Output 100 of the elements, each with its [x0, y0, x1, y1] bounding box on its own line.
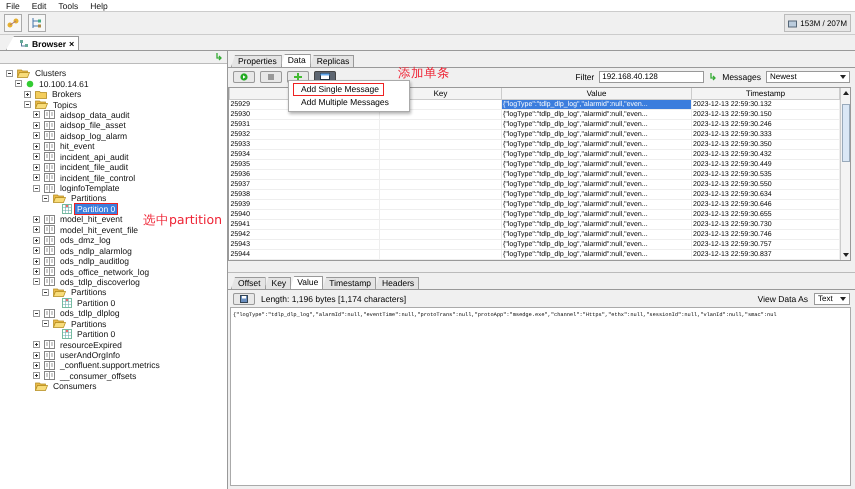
menu-item[interactable]: Edit	[32, 2, 46, 11]
tree-item[interactable]: Partition 0	[74, 328, 118, 340]
tree-item[interactable]: Clusters	[32, 67, 70, 80]
expand-icon[interactable]	[33, 372, 40, 380]
expand-icon[interactable]	[33, 352, 40, 359]
menu-item[interactable]: Help	[90, 2, 108, 11]
tree-item[interactable]: ods_office_network_log	[57, 266, 152, 278]
expand-icon[interactable]	[33, 247, 40, 254]
expand-icon[interactable]	[33, 268, 40, 276]
collapse-icon[interactable]	[33, 278, 40, 286]
tree-item[interactable]: Partitions	[68, 286, 110, 298]
column-header[interactable]: Value	[502, 88, 692, 100]
tab-label: Browser	[32, 38, 66, 48]
tree-item[interactable]: userAndOrgInfo	[57, 349, 124, 362]
collapse-icon[interactable]	[15, 80, 22, 88]
expand-icon[interactable]	[33, 164, 40, 171]
expand-icon[interactable]	[33, 258, 40, 265]
tree-item[interactable]: Partition 0	[74, 296, 118, 309]
collapse-icon[interactable]	[33, 184, 40, 192]
messages-dropdown[interactable]: Newest	[766, 70, 850, 82]
book-icon	[44, 236, 55, 245]
book-icon	[44, 246, 55, 256]
collapse-icon[interactable]	[6, 70, 13, 77]
tree-icon	[19, 39, 29, 48]
browser-tab[interactable]: Browser ×	[6, 36, 80, 50]
expand-icon[interactable]	[24, 90, 31, 98]
tab[interactable]: Data	[280, 54, 311, 67]
tree-item[interactable]: __consumer_offsets	[57, 370, 140, 382]
save-button[interactable]	[233, 292, 255, 304]
tree-item[interactable]: Topics	[50, 98, 80, 111]
tree-item[interactable]: ods_tdlp_discoverlog	[57, 276, 143, 288]
tab[interactable]: Value	[290, 276, 324, 289]
tab[interactable]: Key	[264, 277, 292, 289]
tree-item[interactable]: model_hit_event_file	[57, 224, 141, 236]
expand-icon[interactable]	[33, 174, 40, 182]
tree-item[interactable]: 10.100.14.61	[36, 78, 92, 90]
expand-icon[interactable]	[33, 132, 40, 140]
tree-item[interactable]: Partition 0	[74, 202, 118, 215]
filter-label: Filter	[575, 72, 594, 82]
tree-item[interactable]: incident_api_audit	[57, 150, 132, 163]
tree-item[interactable]: ods_tdlp_dlplog	[57, 307, 123, 320]
status-dot-icon	[26, 80, 34, 88]
tree-item[interactable]: ods_ndlp_auditlog	[57, 255, 132, 268]
tree-item[interactable]: resourceExpired	[57, 338, 125, 351]
nodes-icon	[7, 18, 19, 28]
stop-icon	[268, 74, 274, 80]
expand-icon[interactable]	[33, 142, 40, 150]
tab[interactable]: Headers	[375, 277, 420, 289]
tree-item[interactable]: Consumers	[50, 380, 100, 392]
expand-icon[interactable]	[33, 236, 40, 244]
collapse-icon[interactable]	[42, 288, 49, 296]
tree-item[interactable]: _confluent.support.metrics	[57, 359, 163, 372]
expand-icon[interactable]	[33, 153, 40, 160]
filter-field[interactable]: 192.168.40.128	[599, 70, 704, 82]
scroll-up-icon	[842, 90, 850, 96]
caret-icon	[840, 296, 846, 300]
tab[interactable]: Replicas	[310, 55, 354, 67]
expand-icon[interactable]	[33, 216, 40, 223]
tree-item[interactable]: incident_file_control	[57, 172, 138, 184]
expand-icon[interactable]	[33, 111, 40, 118]
scrollbar[interactable]	[840, 88, 850, 260]
tree-item[interactable]: Partitions	[68, 192, 110, 204]
menu-item[interactable]: Tools	[58, 2, 78, 11]
tree-item[interactable]: aidsop_log_alarm	[57, 130, 130, 142]
column-header[interactable]: Timestamp	[692, 88, 840, 100]
view-as-label: View Data As	[758, 294, 808, 304]
tab[interactable]: Offset	[231, 277, 266, 289]
collapse-icon[interactable]	[42, 320, 49, 328]
tree-item[interactable]: incident_file_audit	[57, 161, 132, 174]
close-button[interactable]: ×	[69, 38, 74, 48]
tree-item[interactable]: Partitions	[68, 318, 110, 330]
book-icon	[44, 152, 55, 162]
collapse-icon[interactable]	[33, 310, 40, 317]
dropdown-value: Text	[818, 294, 833, 303]
book-icon	[44, 184, 55, 193]
tab[interactable]: Properties	[231, 55, 282, 67]
tree-item[interactable]: aidsop_file_asset	[57, 119, 129, 132]
expand-icon[interactable]	[33, 362, 40, 369]
book-icon	[44, 360, 55, 370]
book-icon	[44, 308, 55, 318]
expand-icon[interactable]	[33, 226, 40, 234]
book-icon	[44, 120, 55, 130]
tree-item[interactable]: Brokers	[49, 88, 84, 100]
book-icon	[44, 142, 55, 151]
start-button[interactable]	[233, 70, 255, 82]
tab[interactable]: Timestamp	[322, 277, 376, 289]
tree-button[interactable]	[28, 14, 46, 32]
expand-icon[interactable]	[33, 341, 40, 348]
collapse-icon[interactable]	[42, 194, 49, 202]
tree-item[interactable]: hit_event	[57, 140, 98, 152]
collapse-icon[interactable]	[24, 101, 31, 108]
expand-icon[interactable]	[33, 122, 40, 129]
tree-item[interactable]: loginfoTemplate	[57, 182, 123, 194]
tree-item[interactable]: ods_dmz_log	[57, 234, 114, 246]
book-icon	[44, 340, 55, 350]
tree-item[interactable]: aidsop_data_audit	[57, 108, 132, 121]
view-as-dropdown[interactable]: Text	[814, 292, 850, 304]
tree-item[interactable]: model_hit_event	[57, 213, 126, 226]
tree-item[interactable]: ods_ndlp_alarmlog	[57, 244, 135, 257]
menu-item[interactable]: File	[6, 2, 20, 11]
